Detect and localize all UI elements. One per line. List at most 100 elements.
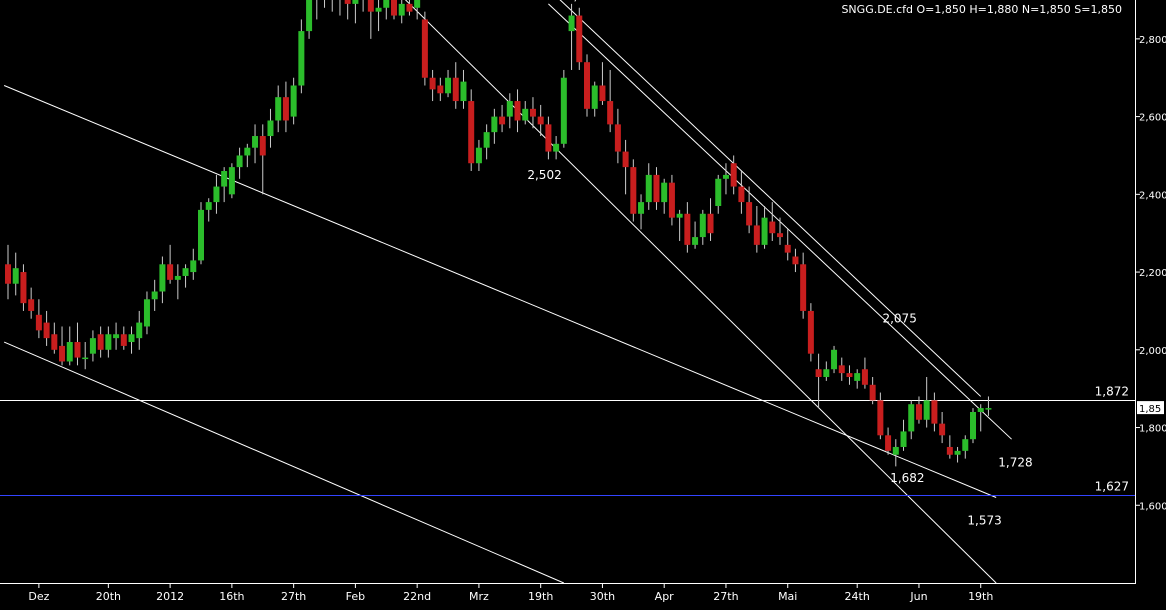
candle-body (668, 182, 675, 218)
candle-body (807, 310, 814, 354)
value-annotation: 2,900 (527, 0, 561, 1)
candle-body (190, 260, 197, 273)
candle-body (483, 132, 490, 148)
chart-window: 1,872 1,627 2,900 2,895 2,502 2,075 1,728 1,68… (0, 0, 1166, 606)
candle-body (298, 31, 305, 86)
candle-body (375, 7, 382, 12)
candle-body (167, 264, 174, 280)
x-tick-label: Jun (909, 590, 927, 603)
x-tick-label: 22nd (403, 590, 431, 603)
candle-body (730, 163, 737, 187)
candle-body (931, 400, 938, 424)
candle-body (815, 369, 822, 378)
candle-body (344, 0, 351, 4)
candle-body (151, 291, 158, 300)
value-annotation: 1,728 (998, 455, 1032, 469)
candle-body (51, 334, 58, 350)
y-tick-label: 1,800 (1139, 424, 1166, 435)
candle-body (722, 174, 729, 179)
candle-body (89, 338, 96, 354)
candle-body (715, 178, 722, 206)
candle-body (861, 369, 868, 385)
candle-body (707, 213, 714, 234)
candle-body (282, 97, 289, 121)
value-annotation: 2,895 (566, 0, 600, 3)
candle-body (869, 384, 876, 401)
candle-body (5, 264, 11, 284)
candle-body (128, 334, 135, 343)
candle-body (414, 0, 421, 8)
candle-body (198, 209, 204, 261)
y-tick-label: 2,800 (1139, 35, 1166, 46)
candle-body (120, 334, 127, 346)
candle-body (82, 357, 89, 360)
candle-body (506, 101, 513, 117)
candle-body (43, 322, 50, 339)
candle-body (213, 186, 220, 203)
y-tick-label: 2,600 (1139, 113, 1166, 124)
candle-body (576, 15, 583, 63)
candle-body (460, 81, 467, 102)
value-annotation: 1,682 (890, 471, 924, 485)
candle-body (970, 411, 976, 440)
current-price-marker: 1,85 (1137, 401, 1164, 415)
candle-body (66, 342, 73, 362)
x-tick-label: 27th (713, 590, 738, 603)
candle-body (228, 167, 235, 195)
candle-body (35, 314, 42, 331)
x-tick-label: 2012 (156, 590, 184, 603)
candle-body (383, 0, 390, 8)
candle-body (113, 334, 120, 339)
candle-body (182, 268, 189, 276)
x-tick-label: Feb (346, 590, 365, 603)
x-tick-label: 30th (590, 590, 615, 603)
candle-body (777, 233, 783, 238)
candle-body (560, 77, 567, 144)
chart-header: SNGG.DE.cfd O=1,850 H=1,880 N=1,850 S=1,… (841, 3, 1122, 16)
candle-body (28, 299, 35, 311)
candle-body (391, 0, 397, 16)
candle-body (522, 108, 529, 121)
candle-body (915, 404, 922, 420)
y-tick-label: 1,600 (1139, 501, 1166, 512)
candle-body (591, 85, 598, 109)
x-tick-label: 19th (968, 590, 993, 603)
candle-body (529, 108, 536, 117)
candle-body (553, 143, 560, 152)
candle-body (846, 373, 853, 378)
x-tick-label: 24th (845, 590, 870, 603)
candle-body (514, 101, 521, 121)
value-annotation: 2,075 (882, 312, 916, 326)
candle-body (398, 3, 405, 16)
candle-body (537, 116, 544, 125)
candle-body (599, 85, 606, 102)
x-tick-label: Mai (778, 590, 797, 603)
candle-body (491, 116, 498, 133)
y-tick-label: 2,000 (1139, 346, 1166, 357)
candle-body (367, 0, 374, 12)
candle-body (792, 256, 799, 265)
level-label: 1,872 (1095, 385, 1129, 399)
candle-body (877, 400, 884, 436)
candlestick-chart: 1,872 1,627 2,900 2,895 2,502 2,075 1,728 1,68… (0, 0, 1166, 606)
candle-body (653, 174, 660, 203)
candle-body (854, 373, 861, 381)
candle-body (838, 365, 845, 374)
candle-body (568, 15, 575, 32)
candle-body (645, 174, 652, 203)
candle-body (143, 299, 150, 327)
y-tick-label: 2,400 (1139, 190, 1166, 201)
candle-body (205, 202, 212, 210)
candle-body (475, 147, 482, 164)
level-label: 1,627 (1095, 480, 1129, 494)
candle-body (584, 62, 590, 109)
value-annotation: 2,502 (527, 168, 561, 182)
candle-body (892, 446, 899, 455)
candle-body (699, 213, 706, 238)
candle-body (661, 182, 668, 203)
x-tick-label: 20th (96, 590, 121, 603)
candle-body (174, 275, 181, 280)
candle-body (244, 147, 251, 156)
candle-body (159, 264, 166, 292)
candle-body (954, 450, 961, 455)
